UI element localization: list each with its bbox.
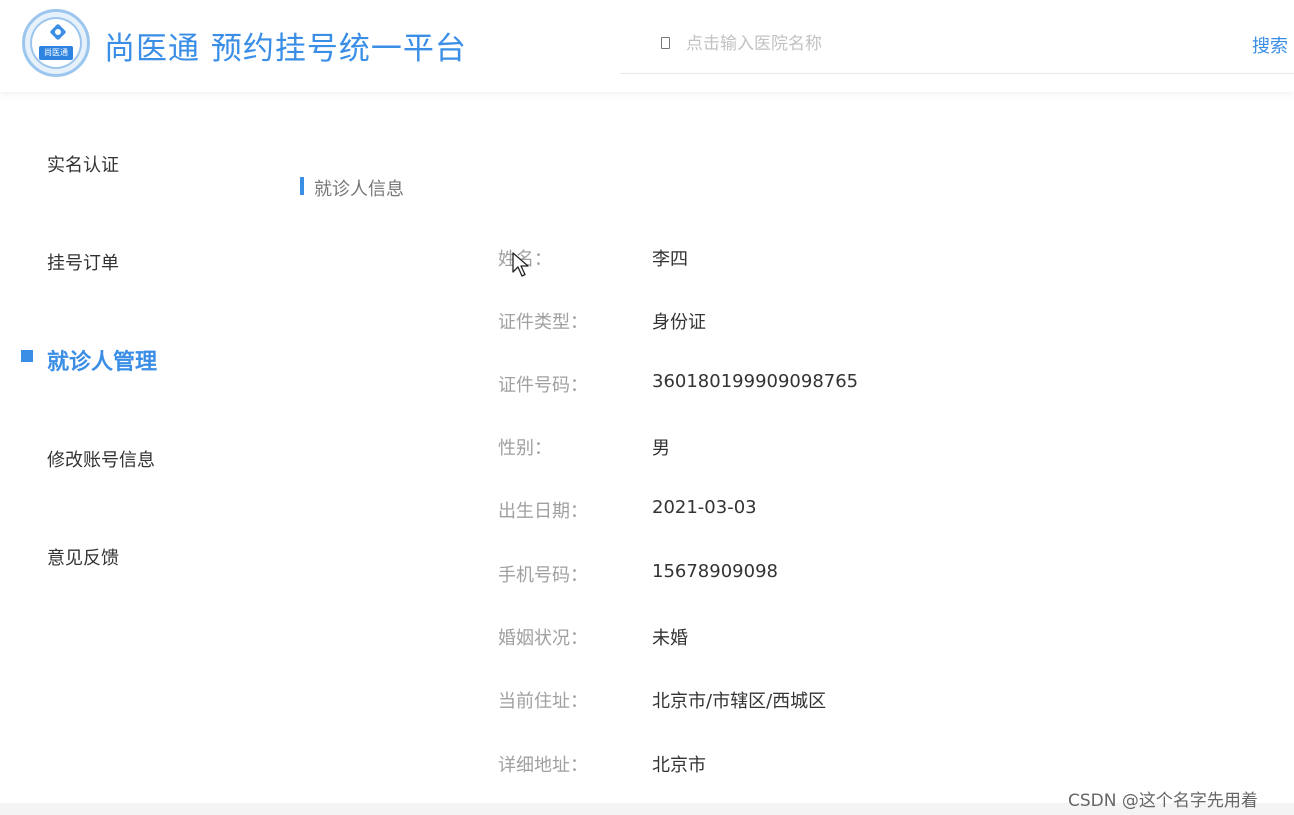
field-value-detail-address: 北京市 — [652, 755, 706, 776]
field-value-birthdate: 2021-03-03 — [652, 497, 757, 518]
field-value-phone: 15678909098 — [652, 561, 778, 582]
active-item-marker — [21, 350, 33, 362]
search-button[interactable]: 搜索 — [1252, 32, 1288, 58]
field-value-marital-status: 未婚 — [652, 628, 688, 649]
field-value-current-address: 北京市/市辖区/西城区 — [652, 691, 827, 712]
watermark: CSDN @这个名字先用着 — [1068, 791, 1258, 811]
site-logo[interactable]: 尚医通 — [22, 9, 90, 77]
sidebar-item-patient-management[interactable]: 就诊人管理 — [47, 344, 157, 376]
search-icon — [661, 37, 670, 49]
field-label-gender: 性别： — [498, 438, 552, 459]
sidebar-item-feedback[interactable]: 意见反馈 — [47, 544, 119, 570]
field-label-id-number: 证件号码： — [498, 375, 588, 396]
field-label-id-type: 证件类型： — [498, 312, 588, 333]
header-bar: 尚医通 尚医通 预约挂号统一平台 搜索 — [0, 0, 1294, 92]
search-input[interactable] — [686, 30, 1206, 58]
field-value-gender: 男 — [652, 438, 670, 459]
section-title-marker — [300, 177, 304, 195]
field-label-detail-address: 详细地址： — [498, 755, 588, 776]
sidebar-item-registration-orders[interactable]: 挂号订单 — [47, 249, 119, 275]
field-label-marital-status: 婚姻状况： — [498, 628, 588, 649]
field-label-phone: 手机号码： — [498, 565, 588, 586]
field-value-name: 李四 — [652, 249, 688, 270]
field-label-current-address: 当前住址： — [498, 691, 588, 712]
section-title: 就诊人信息 — [314, 179, 404, 200]
mouse-cursor-icon — [512, 252, 529, 277]
field-value-id-number: 360180199909098765 — [652, 371, 859, 392]
logo-diamond-icon — [49, 23, 67, 41]
search-bar: 搜索 — [620, 14, 1294, 74]
sidebar-item-realname-auth[interactable]: 实名认证 — [47, 151, 119, 177]
sidebar-item-edit-account[interactable]: 修改账号信息 — [47, 446, 155, 472]
logo-text: 尚医通 — [39, 46, 73, 60]
field-value-id-type: 身份证 — [652, 312, 706, 333]
field-label-birthdate: 出生日期： — [498, 501, 588, 522]
site-title[interactable]: 尚医通 预约挂号统一平台 — [104, 23, 467, 68]
